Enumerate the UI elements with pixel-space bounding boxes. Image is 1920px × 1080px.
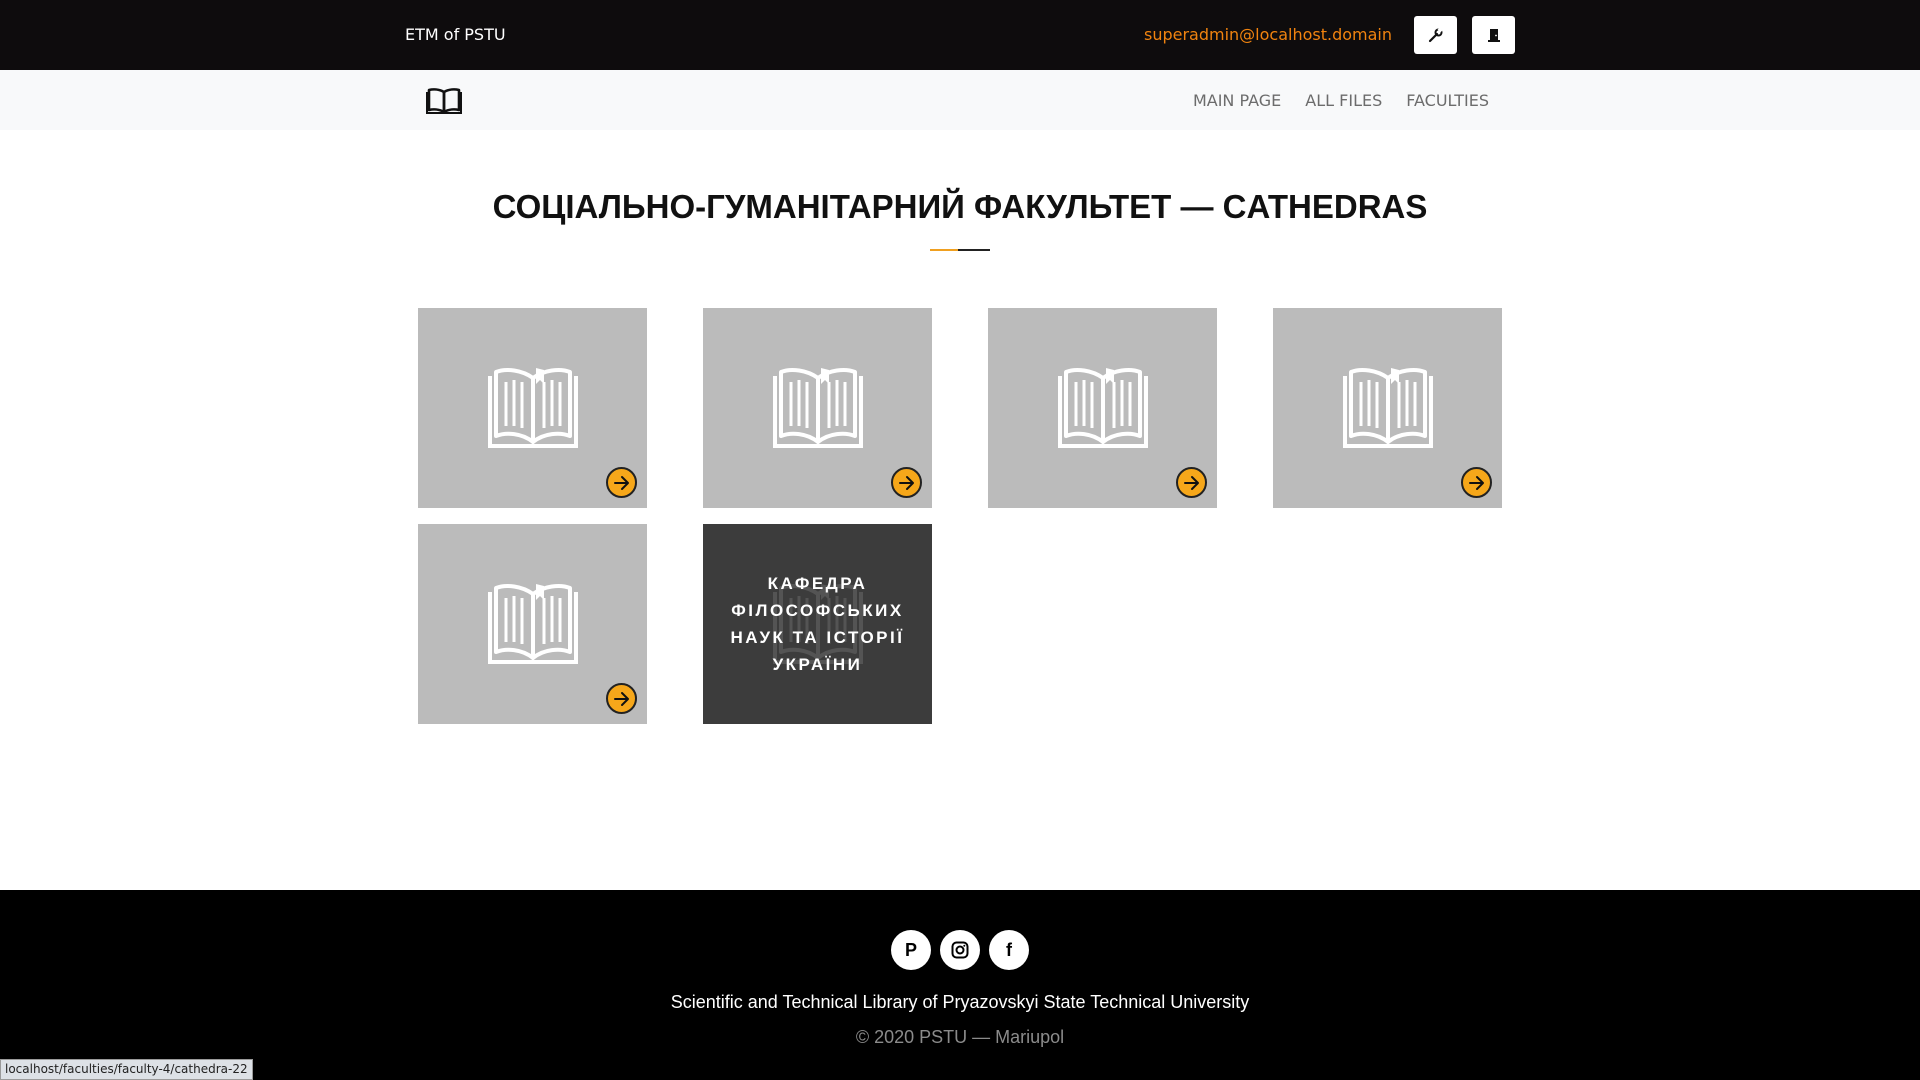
- cathedra-card[interactable]: [1273, 308, 1502, 508]
- browser-status-url: localhost/faculties/faculty-4/cathedra-2…: [0, 1059, 253, 1080]
- nav-faculties[interactable]: FACULTIES: [1406, 91, 1489, 110]
- arrow-right-icon[interactable]: [1461, 467, 1492, 498]
- arrow-right-icon[interactable]: [891, 467, 922, 498]
- page-title: СОЦІАЛЬНО-ГУМАНІТАРНИЙ ФАКУЛЬТЕТ — CATHE…: [492, 188, 1428, 225]
- nav-main-page[interactable]: MAIN PAGE: [1193, 91, 1281, 110]
- open-book-icon: [488, 366, 578, 455]
- pinterest-link[interactable]: P: [891, 930, 931, 970]
- p-letter-icon: P: [904, 939, 917, 960]
- cathedra-card[interactable]: КАФЕДРА ФІЛОСОФСЬКИХ НАУК ТА ІСТОРІЇ УКР…: [703, 524, 932, 724]
- facebook-link[interactable]: f: [989, 930, 1029, 970]
- footer: P f Scientific and Technical Library of …: [0, 890, 1920, 1080]
- open-book-icon: [1343, 366, 1433, 455]
- cathedra-card[interactable]: [418, 308, 647, 508]
- door-icon: [1487, 29, 1500, 42]
- open-book-icon: [1058, 366, 1148, 455]
- footer-copyright: © 2020 PSTU — Mariupol: [855, 1027, 1065, 1047]
- cathedra-card[interactable]: [418, 524, 647, 724]
- home-logo[interactable]: [426, 87, 462, 120]
- social-links: P f: [891, 930, 1029, 970]
- arrow-right-icon[interactable]: [606, 683, 637, 714]
- user-email-link[interactable]: superadmin@localhost.domain: [1144, 25, 1392, 44]
- brand-link[interactable]: ETM of PSTU: [405, 25, 506, 44]
- admin-tools-button[interactable]: [1414, 16, 1457, 54]
- cathedra-card[interactable]: [988, 308, 1217, 508]
- nav-links: MAIN PAGE ALL FILES FACULTIES: [1193, 91, 1489, 110]
- cathedra-name: КАФЕДРА ФІЛОСОФСЬКИХ НАУК ТА ІСТОРІЇ УКР…: [730, 574, 905, 674]
- book-icon: [426, 88, 462, 114]
- footer-library-name: Scientific and Technical Library of Prya…: [670, 992, 1250, 1012]
- open-book-icon: [773, 366, 863, 455]
- cathedra-card[interactable]: [703, 308, 932, 508]
- facebook-icon: f: [1006, 939, 1012, 960]
- arrow-right-icon[interactable]: [606, 467, 637, 498]
- arrow-right-icon[interactable]: [1176, 467, 1207, 498]
- instagram-link[interactable]: [940, 930, 980, 970]
- nav-all-files[interactable]: ALL FILES: [1305, 91, 1382, 110]
- navbar: MAIN PAGE ALL FILES FACULTIES: [0, 70, 1920, 130]
- open-book-icon: [488, 582, 578, 671]
- wrench-icon: [1428, 27, 1442, 43]
- top-bar: ETM of PSTU superadmin@localhost.domain: [0, 0, 1920, 70]
- title-divider: [930, 249, 990, 251]
- logout-button[interactable]: [1472, 16, 1515, 54]
- instagram-icon: [951, 941, 969, 959]
